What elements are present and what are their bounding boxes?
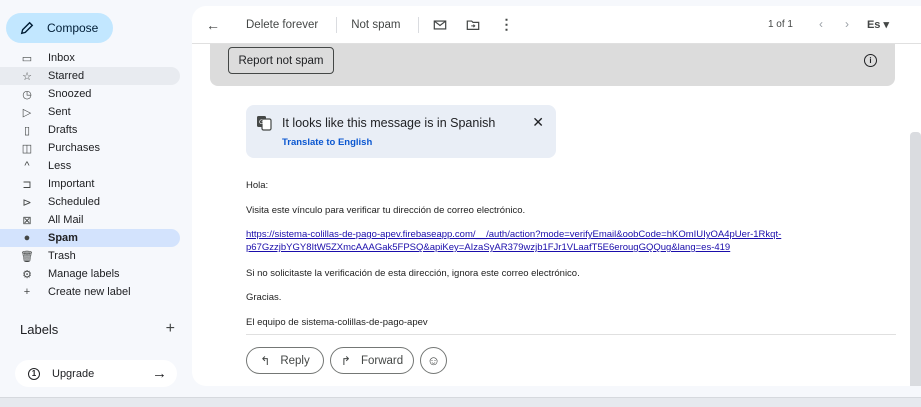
emoji-reaction-button[interactable]: ☺ xyxy=(420,347,447,374)
not-spam-button[interactable]: Not spam xyxy=(351,19,400,31)
sidebar-item-label: Less xyxy=(48,160,72,172)
compose-label: Compose xyxy=(47,21,99,35)
trash-icon: 🗑 xyxy=(20,250,34,263)
sidebar-item-inbox[interactable]: ▭ Inbox xyxy=(0,49,190,67)
sidebar-item-label: Spam xyxy=(48,232,78,244)
sidebar-item-label: Inbox xyxy=(48,52,75,64)
sidebar-item-label: Purchases xyxy=(48,142,100,154)
sidebar-item-snoozed[interactable]: ◷ Snoozed xyxy=(0,85,190,103)
translate-title: It looks like this message is in Spanish xyxy=(282,116,496,130)
sidebar-item-label: Sent xyxy=(48,106,71,118)
sidebar-item-label: Create new label xyxy=(48,286,131,298)
chevron-right-icon[interactable]: › xyxy=(845,17,849,31)
mark-unread-icon[interactable] xyxy=(433,18,447,32)
sidebar-item-spam[interactable]: ● Spam xyxy=(0,229,180,247)
more-options-icon[interactable]: ⋮ xyxy=(499,16,513,33)
sidebar-item-sent[interactable]: ▷ Sent xyxy=(0,103,190,121)
upgrade-label: Upgrade xyxy=(52,367,95,380)
reply-label: Reply xyxy=(280,354,310,367)
sidebar: Compose ▭ Inbox ☆ Starred ◷ Snoozed ▷ Sent ▯… xyxy=(0,0,190,407)
labels-header: Labels + xyxy=(20,320,175,338)
labels-title: Labels xyxy=(20,321,59,337)
sidebar-item-starred[interactable]: ☆ Starred xyxy=(0,67,180,85)
clock-icon: ◷ xyxy=(22,88,32,101)
language-input-tools[interactable]: Es ▾ xyxy=(867,18,889,31)
gmail-app: Compose ▭ Inbox ☆ Starred ◷ Snoozed ▷ Sent ▯… xyxy=(0,0,921,407)
sidebar-item-create-new-label[interactable]: + Create new label xyxy=(0,283,190,301)
thanks-text: Gracias. xyxy=(246,292,282,303)
sidebar-item-all-mail[interactable]: ⊠ All Mail xyxy=(0,211,190,229)
sidebar-item-purchases[interactable]: ◫ Purchases xyxy=(0,139,190,157)
sidebar-item-label: All Mail xyxy=(48,214,84,226)
plus-icon: + xyxy=(23,286,31,298)
sidebar-item-label: Important xyxy=(48,178,95,190)
forward-icon: ↱ xyxy=(340,353,351,368)
draft-icon: ▯ xyxy=(23,124,31,137)
greeting-text: Hola: xyxy=(246,180,269,191)
scrollbar-thumb[interactable] xyxy=(910,132,921,386)
spam-icon: ● xyxy=(23,232,31,244)
translate-link[interactable]: Translate to English xyxy=(282,137,372,148)
reply-button[interactable]: ↰ Reply xyxy=(246,347,324,374)
message-toolbar: ← Delete forever Not spam ⋮ 1 of 1 ‹ › E… xyxy=(192,6,921,44)
info-icon[interactable]: i xyxy=(864,54,877,67)
sidebar-item-scheduled[interactable]: ⊳ Scheduled xyxy=(0,193,190,211)
spam-banner: Report not spam i xyxy=(210,44,895,86)
verify-link-line1[interactable]: https://sistema-colillas-de-pago-apev.fi… xyxy=(246,229,781,240)
translate-icon: G xyxy=(257,116,272,131)
os-taskbar xyxy=(0,397,921,407)
all-mail-icon: ⊠ xyxy=(22,214,32,227)
translate-card: G It looks like this message is in Spani… xyxy=(246,105,556,158)
reply-icon: ↰ xyxy=(260,353,271,368)
move-to-icon[interactable] xyxy=(466,18,480,32)
upgrade-icon: 1 xyxy=(28,367,40,380)
compose-button[interactable]: Compose xyxy=(6,13,113,43)
bag-icon: ◫ xyxy=(21,142,33,155)
scheduled-icon: ⊳ xyxy=(22,196,32,209)
sidebar-item-label: Trash xyxy=(48,250,76,262)
toolbar-divider xyxy=(336,16,338,33)
message-panel: ← Delete forever Not spam ⋮ 1 of 1 ‹ › E… xyxy=(192,6,921,386)
sidebar-item-label: Scheduled xyxy=(48,196,100,208)
gear-icon: ⚙ xyxy=(22,268,32,281)
body-line-verify: Visita este vínculo para verificar tu di… xyxy=(246,205,526,216)
delete-forever-button[interactable]: Delete forever xyxy=(246,19,318,31)
language-label: Es xyxy=(866,19,881,31)
svg-text:G: G xyxy=(259,119,264,126)
reply-divider xyxy=(246,334,896,335)
body-line-ignore: Si no solicitaste la verificación de est… xyxy=(246,268,580,279)
sidebar-item-label: Snoozed xyxy=(48,88,92,100)
sidebar-item-label: Manage labels xyxy=(48,268,120,280)
nav-list: ▭ Inbox ☆ Starred ◷ Snoozed ▷ Sent ▯ Drafts ◫… xyxy=(0,49,190,301)
sidebar-item-label: Drafts xyxy=(48,124,78,136)
important-icon: ⊐ xyxy=(22,178,32,191)
sidebar-item-manage-labels[interactable]: ⚙ Manage labels xyxy=(0,265,190,283)
message-scroll-area: Report not spam i G It looks like this m… xyxy=(192,44,921,386)
add-label-icon[interactable]: + xyxy=(166,320,175,338)
close-icon[interactable]: ✕ xyxy=(532,114,544,131)
chevron-up-icon: ^ xyxy=(24,160,30,172)
chevron-left-icon[interactable]: ‹ xyxy=(819,17,823,31)
verify-link-line2[interactable]: p67GzzjbYGY8ItW5ZXmcAAAGak5FPSQ&apiKey=A… xyxy=(246,242,730,253)
upgrade-button[interactable]: 1 Upgrade → xyxy=(15,360,177,387)
sidebar-item-drafts[interactable]: ▯ Drafts xyxy=(0,121,190,139)
smiley-icon: ☺ xyxy=(426,353,441,368)
inbox-icon: ▭ xyxy=(21,52,33,65)
sidebar-item-label: Starred xyxy=(48,70,85,82)
sidebar-item-important[interactable]: ⊐ Important xyxy=(0,175,190,193)
report-not-spam-button[interactable]: Report not spam xyxy=(228,47,334,74)
send-icon: ▷ xyxy=(22,106,32,119)
back-arrow-icon[interactable]: ← xyxy=(206,17,220,33)
pencil-icon xyxy=(20,21,34,35)
forward-label: Forward xyxy=(360,354,404,367)
toolbar-divider xyxy=(418,16,420,33)
sidebar-item-trash[interactable]: 🗑 Trash xyxy=(0,247,190,265)
signature-text: El equipo de sistema-colillas-de-pago-ap… xyxy=(246,317,428,328)
pager-text: 1 of 1 xyxy=(767,19,793,30)
forward-button[interactable]: ↱ Forward xyxy=(330,347,414,374)
arrow-right-icon: → xyxy=(152,365,167,382)
star-icon: ☆ xyxy=(22,70,32,83)
sidebar-item-less[interactable]: ^ Less xyxy=(0,157,190,175)
